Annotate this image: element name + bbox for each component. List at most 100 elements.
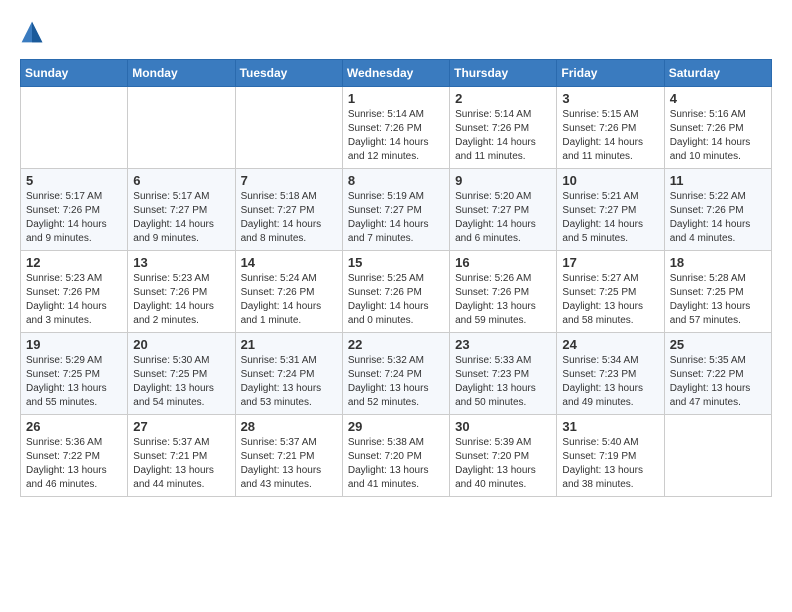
day-info: Sunrise: 5:25 AM Sunset: 7:26 PM Dayligh… bbox=[348, 272, 444, 328]
weekday-header-friday: Friday bbox=[557, 60, 664, 87]
day-number: 20 bbox=[133, 337, 229, 352]
weekday-header-wednesday: Wednesday bbox=[342, 60, 449, 87]
calendar-cell: 9 Sunrise: 5:20 AM Sunset: 7:27 PM Daylig… bbox=[450, 169, 557, 251]
day-info: Sunrise: 5:16 AM Sunset: 7:26 PM Dayligh… bbox=[670, 108, 766, 164]
day-number: 30 bbox=[455, 419, 551, 434]
day-info: Sunrise: 5:23 AM Sunset: 7:26 PM Dayligh… bbox=[26, 272, 122, 328]
calendar-cell: 12 Sunrise: 5:23 AM Sunset: 7:26 PM Dayli… bbox=[21, 251, 128, 333]
calendar-cell: 5 Sunrise: 5:17 AM Sunset: 7:26 PM Daylig… bbox=[21, 169, 128, 251]
day-number: 26 bbox=[26, 419, 122, 434]
day-info: Sunrise: 5:14 AM Sunset: 7:26 PM Dayligh… bbox=[455, 108, 551, 164]
day-info: Sunrise: 5:36 AM Sunset: 7:22 PM Dayligh… bbox=[26, 436, 122, 492]
day-number: 4 bbox=[670, 91, 766, 106]
calendar-cell: 6Sunrise: 5:17 AM Sunset: 7:27 PM Daylig… bbox=[128, 169, 235, 251]
calendar-cell: 14 Sunrise: 5:24 AM Sunset: 7:26 PM Dayli… bbox=[235, 251, 342, 333]
calendar-header: SundayMondayTuesdayWednesdayThursdayFrid… bbox=[21, 60, 772, 87]
calendar-week-3: 12 Sunrise: 5:23 AM Sunset: 7:26 PM Dayli… bbox=[21, 251, 772, 333]
calendar-cell bbox=[21, 87, 128, 169]
calendar-cell: 4 Sunrise: 5:16 AM Sunset: 7:26 PM Daylig… bbox=[664, 87, 771, 169]
calendar-cell: 22 Sunrise: 5:32 AM Sunset: 7:24 PM Dayli… bbox=[342, 333, 449, 415]
calendar-cell: 15 Sunrise: 5:25 AM Sunset: 7:26 PM Dayli… bbox=[342, 251, 449, 333]
day-number: 2 bbox=[455, 91, 551, 106]
calendar-week-1: 1Sunrise: 5:14 AM Sunset: 7:26 PM Daylig… bbox=[21, 87, 772, 169]
day-info: Sunrise: 5:32 AM Sunset: 7:24 PM Dayligh… bbox=[348, 354, 444, 410]
day-info: Sunrise: 5:33 AM Sunset: 7:23 PM Dayligh… bbox=[455, 354, 551, 410]
day-number: 3 bbox=[562, 91, 658, 106]
calendar-cell: 23 Sunrise: 5:33 AM Sunset: 7:23 PM Dayli… bbox=[450, 333, 557, 415]
day-info: Sunrise: 5:17 AM Sunset: 7:26 PM Dayligh… bbox=[26, 190, 122, 246]
day-number: 18 bbox=[670, 255, 766, 270]
day-info: Sunrise: 5:21 AM Sunset: 7:27 PM Dayligh… bbox=[562, 190, 658, 246]
day-number: 10 bbox=[562, 173, 658, 188]
calendar-table: SundayMondayTuesdayWednesdayThursdayFrid… bbox=[20, 59, 772, 497]
page-header bbox=[20, 20, 772, 44]
calendar-cell: 19 Sunrise: 5:29 AM Sunset: 7:25 PM Dayli… bbox=[21, 333, 128, 415]
calendar-body: 1Sunrise: 5:14 AM Sunset: 7:26 PM Daylig… bbox=[21, 87, 772, 497]
calendar-cell: 8Sunrise: 5:19 AM Sunset: 7:27 PM Daylig… bbox=[342, 169, 449, 251]
day-number: 22 bbox=[348, 337, 444, 352]
day-number: 6 bbox=[133, 173, 229, 188]
day-info: Sunrise: 5:24 AM Sunset: 7:26 PM Dayligh… bbox=[241, 272, 337, 328]
day-number: 31 bbox=[562, 419, 658, 434]
day-number: 15 bbox=[348, 255, 444, 270]
calendar-cell bbox=[235, 87, 342, 169]
weekday-header-tuesday: Tuesday bbox=[235, 60, 342, 87]
calendar-week-5: 26 Sunrise: 5:36 AM Sunset: 7:22 PM Dayli… bbox=[21, 415, 772, 497]
calendar-cell: 11 Sunrise: 5:22 AM Sunset: 7:26 PM Dayli… bbox=[664, 169, 771, 251]
calendar-cell: 30 Sunrise: 5:39 AM Sunset: 7:20 PM Dayli… bbox=[450, 415, 557, 497]
weekday-header-thursday: Thursday bbox=[450, 60, 557, 87]
day-number: 5 bbox=[26, 173, 122, 188]
day-info: Sunrise: 5:14 AM Sunset: 7:26 PM Dayligh… bbox=[348, 108, 444, 164]
day-number: 19 bbox=[26, 337, 122, 352]
day-info: Sunrise: 5:20 AM Sunset: 7:27 PM Dayligh… bbox=[455, 190, 551, 246]
day-info: Sunrise: 5:30 AM Sunset: 7:25 PM Dayligh… bbox=[133, 354, 229, 410]
day-info: Sunrise: 5:19 AM Sunset: 7:27 PM Dayligh… bbox=[348, 190, 444, 246]
day-info: Sunrise: 5:29 AM Sunset: 7:25 PM Dayligh… bbox=[26, 354, 122, 410]
logo bbox=[20, 20, 48, 44]
day-info: Sunrise: 5:26 AM Sunset: 7:26 PM Dayligh… bbox=[455, 272, 551, 328]
day-number: 28 bbox=[241, 419, 337, 434]
day-number: 25 bbox=[670, 337, 766, 352]
calendar-cell: 28 Sunrise: 5:37 AM Sunset: 7:21 PM Dayli… bbox=[235, 415, 342, 497]
day-info: Sunrise: 5:40 AM Sunset: 7:19 PM Dayligh… bbox=[562, 436, 658, 492]
day-number: 7 bbox=[241, 173, 337, 188]
weekday-header-sunday: Sunday bbox=[21, 60, 128, 87]
calendar-cell: 3 Sunrise: 5:15 AM Sunset: 7:26 PM Daylig… bbox=[557, 87, 664, 169]
calendar-cell: 29Sunrise: 5:38 AM Sunset: 7:20 PM Dayli… bbox=[342, 415, 449, 497]
day-number: 16 bbox=[455, 255, 551, 270]
day-info: Sunrise: 5:18 AM Sunset: 7:27 PM Dayligh… bbox=[241, 190, 337, 246]
calendar-cell bbox=[664, 415, 771, 497]
day-info: Sunrise: 5:22 AM Sunset: 7:26 PM Dayligh… bbox=[670, 190, 766, 246]
calendar-cell: 26 Sunrise: 5:36 AM Sunset: 7:22 PM Dayli… bbox=[21, 415, 128, 497]
calendar-cell: 1Sunrise: 5:14 AM Sunset: 7:26 PM Daylig… bbox=[342, 87, 449, 169]
day-info: Sunrise: 5:23 AM Sunset: 7:26 PM Dayligh… bbox=[133, 272, 229, 328]
day-number: 9 bbox=[455, 173, 551, 188]
day-info: Sunrise: 5:34 AM Sunset: 7:23 PM Dayligh… bbox=[562, 354, 658, 410]
day-info: Sunrise: 5:31 AM Sunset: 7:24 PM Dayligh… bbox=[241, 354, 337, 410]
calendar-cell: 31 Sunrise: 5:40 AM Sunset: 7:19 PM Dayli… bbox=[557, 415, 664, 497]
day-info: Sunrise: 5:15 AM Sunset: 7:26 PM Dayligh… bbox=[562, 108, 658, 164]
day-info: Sunrise: 5:38 AM Sunset: 7:20 PM Dayligh… bbox=[348, 436, 444, 492]
day-info: Sunrise: 5:39 AM Sunset: 7:20 PM Dayligh… bbox=[455, 436, 551, 492]
weekday-header-row: SundayMondayTuesdayWednesdayThursdayFrid… bbox=[21, 60, 772, 87]
calendar-cell: 2 Sunrise: 5:14 AM Sunset: 7:26 PM Daylig… bbox=[450, 87, 557, 169]
day-number: 21 bbox=[241, 337, 337, 352]
weekday-header-saturday: Saturday bbox=[664, 60, 771, 87]
calendar-cell: 16 Sunrise: 5:26 AM Sunset: 7:26 PM Dayli… bbox=[450, 251, 557, 333]
calendar-cell: 20 Sunrise: 5:30 AM Sunset: 7:25 PM Dayli… bbox=[128, 333, 235, 415]
day-info: Sunrise: 5:35 AM Sunset: 7:22 PM Dayligh… bbox=[670, 354, 766, 410]
calendar-cell: 17Sunrise: 5:27 AM Sunset: 7:25 PM Dayli… bbox=[557, 251, 664, 333]
day-number: 12 bbox=[26, 255, 122, 270]
day-number: 11 bbox=[670, 173, 766, 188]
day-info: Sunrise: 5:37 AM Sunset: 7:21 PM Dayligh… bbox=[241, 436, 337, 492]
day-number: 24 bbox=[562, 337, 658, 352]
weekday-header-monday: Monday bbox=[128, 60, 235, 87]
calendar-week-2: 5 Sunrise: 5:17 AM Sunset: 7:26 PM Daylig… bbox=[21, 169, 772, 251]
day-number: 17 bbox=[562, 255, 658, 270]
calendar-week-4: 19 Sunrise: 5:29 AM Sunset: 7:25 PM Dayli… bbox=[21, 333, 772, 415]
calendar-cell: 7 Sunrise: 5:18 AM Sunset: 7:27 PM Daylig… bbox=[235, 169, 342, 251]
day-number: 23 bbox=[455, 337, 551, 352]
day-number: 14 bbox=[241, 255, 337, 270]
day-number: 13 bbox=[133, 255, 229, 270]
day-number: 27 bbox=[133, 419, 229, 434]
